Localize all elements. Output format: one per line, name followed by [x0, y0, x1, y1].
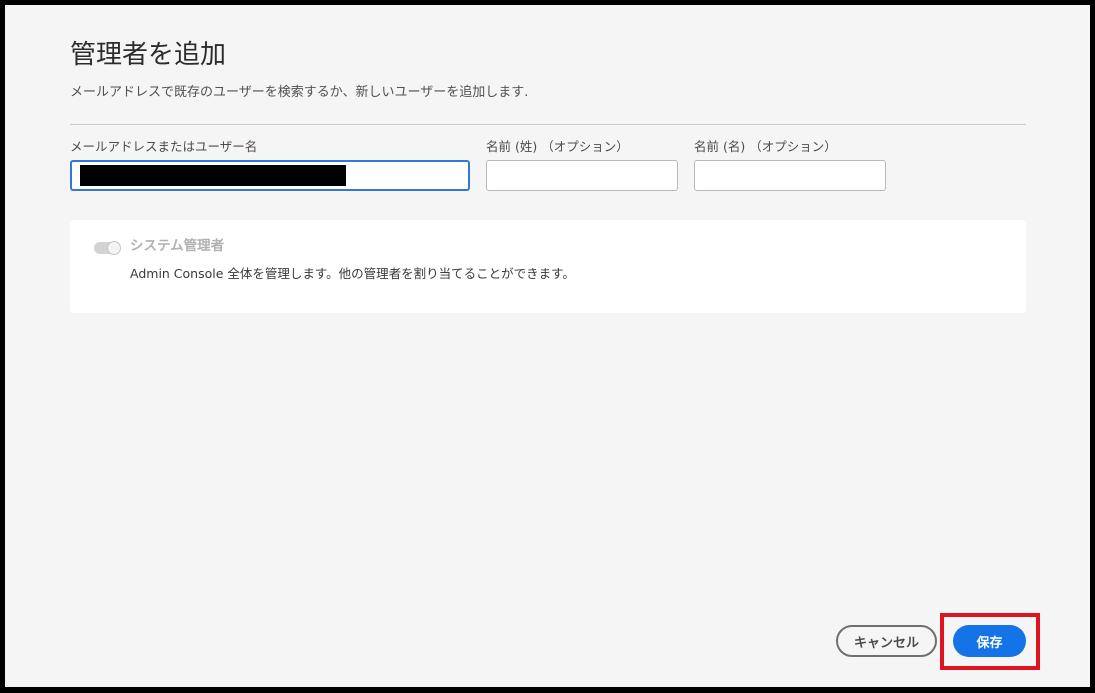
last-name-field-label: 名前 (姓) （オプション） [486, 139, 629, 154]
header-divider [70, 124, 1026, 125]
save-button-highlight [940, 613, 1040, 670]
dialog-subtitle: メールアドレスで既存のユーザーを検索するか、新しいユーザーを追加します. [70, 85, 529, 100]
email-field-label: メールアドレスまたはユーザー名 [70, 139, 258, 154]
system-admin-role-card: システム管理者 Admin Console 全体を管理します。他の管理者を割り当… [70, 220, 1026, 313]
dialog-title: 管理者を追加 [70, 40, 227, 70]
last-name-field[interactable] [486, 160, 678, 191]
role-description: Admin Console 全体を管理します。他の管理者を割り当てることができま… [130, 266, 575, 281]
redacted-email-value [80, 165, 346, 186]
add-admin-dialog: 管理者を追加 メールアドレスで既存のユーザーを検索するか、新しいユーザーを追加し… [5, 5, 1090, 687]
first-name-field-label: 名前 (名) （オプション） [694, 139, 837, 154]
cancel-button[interactable]: キャンセル [836, 625, 937, 657]
first-name-field[interactable] [694, 160, 886, 191]
toggle-knob [107, 241, 121, 255]
toggle-switch-icon[interactable] [94, 241, 121, 255]
role-title: システム管理者 [130, 238, 225, 254]
